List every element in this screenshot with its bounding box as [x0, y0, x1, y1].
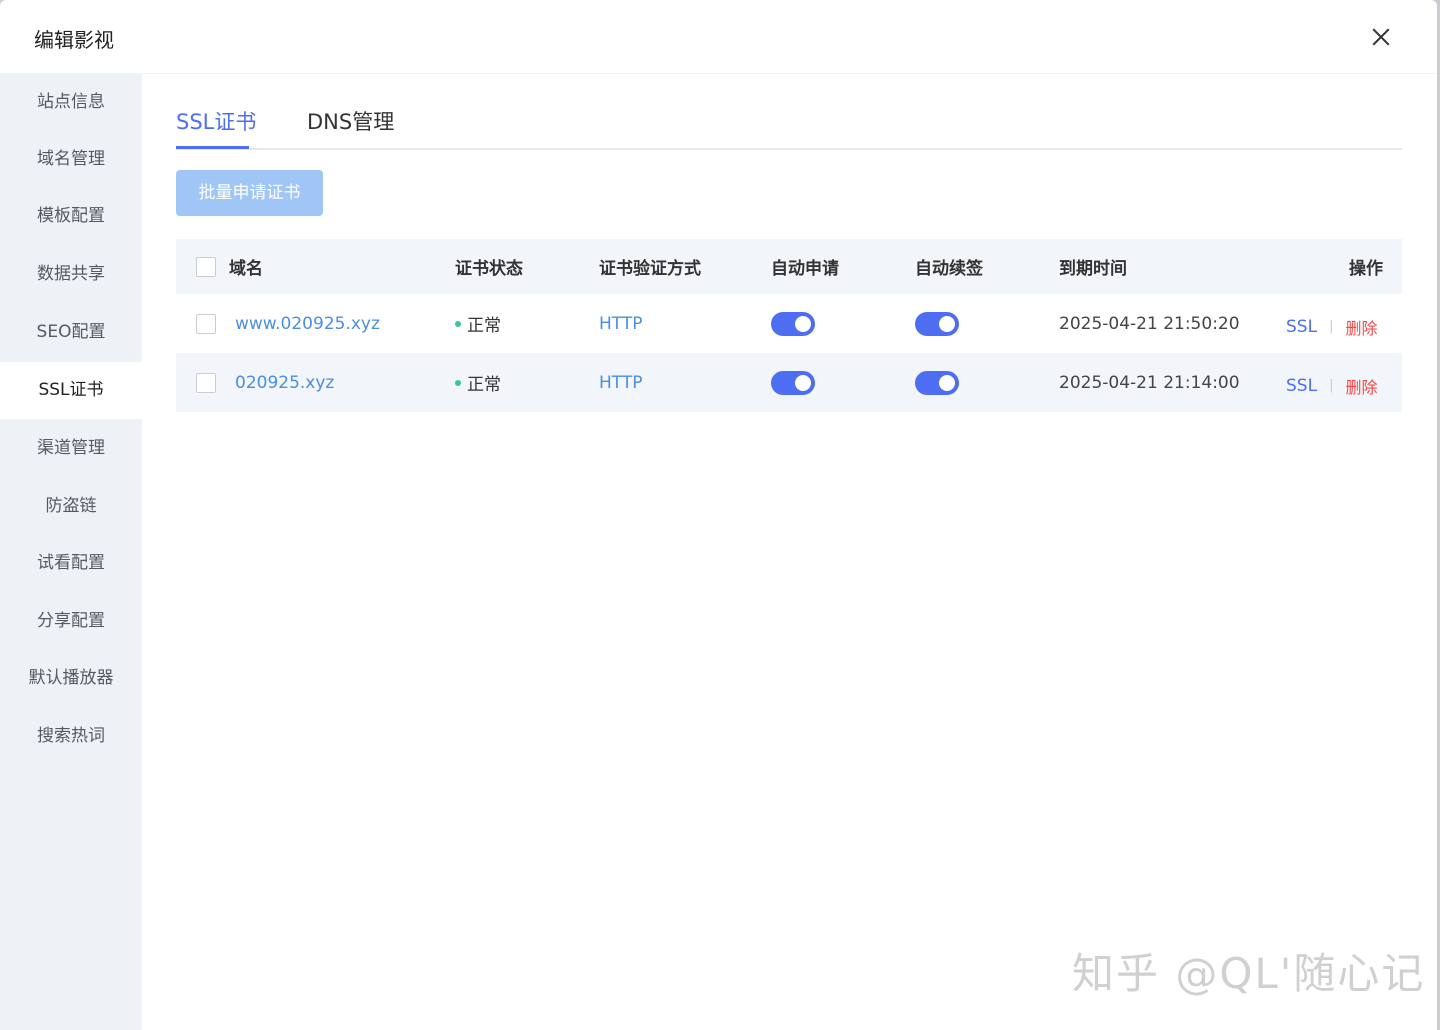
auto-apply-toggle[interactable] — [771, 370, 815, 395]
sidebar-item-site-info[interactable]: 站点信息 — [0, 74, 142, 131]
sidebar: 站点信息 域名管理 模板配置 数据共享 SEO配置 SSL证书 渠道管理 防盗链… — [0, 74, 142, 1030]
header-expiry: 到期时间 — [1059, 259, 1127, 279]
table-row: www.020925.xyz 正常 HTTP 2025-04-21 21:50:… — [176, 294, 1402, 353]
close-icon[interactable] — [1370, 26, 1392, 48]
header-auto-renew: 自动续签 — [915, 259, 983, 279]
auto-renew-toggle[interactable] — [915, 311, 959, 336]
tab-bar: SSL证书 DNS管理 — [176, 74, 1402, 150]
dialog-header: 编辑影视 — [0, 0, 1437, 74]
status-dot-icon — [455, 320, 461, 327]
batch-apply-button[interactable]: 批量申请证书 — [176, 170, 323, 216]
verify-method: HTTP — [599, 313, 643, 334]
expiry-time: 2025-04-21 21:50:20 — [1059, 313, 1240, 334]
sidebar-item-trial[interactable]: 试看配置 — [0, 535, 142, 592]
edit-dialog: 编辑影视 站点信息 域名管理 模板配置 数据共享 SEO配置 SSL证书 渠道管… — [0, 0, 1437, 1030]
expiry-time: 2025-04-21 21:14:00 — [1059, 372, 1240, 393]
header-method: 证书验证方式 — [599, 259, 701, 279]
domain-link[interactable]: www.020925.xyz — [235, 294, 380, 353]
domain-link[interactable]: 020925.xyz — [235, 353, 334, 412]
select-all-checkbox[interactable] — [196, 256, 216, 277]
sidebar-item-domain[interactable]: 域名管理 — [0, 131, 142, 188]
toggle-knob — [795, 315, 811, 332]
auto-apply-toggle[interactable] — [771, 311, 815, 336]
ssl-action-link[interactable]: SSL — [1286, 376, 1317, 396]
sidebar-item-ssl[interactable]: SSL证书 — [0, 362, 142, 419]
sidebar-item-hot-words[interactable]: 搜索热词 — [0, 708, 142, 765]
action-separator: | — [1329, 378, 1334, 393]
status-dot-icon — [455, 379, 461, 386]
sidebar-item-data-share[interactable]: 数据共享 — [0, 246, 142, 303]
row-checkbox[interactable] — [196, 372, 216, 393]
header-status: 证书状态 — [455, 259, 523, 279]
cert-status: 正常 — [467, 375, 501, 395]
sidebar-item-share[interactable]: 分享配置 — [0, 593, 142, 650]
table-row: 020925.xyz 正常 HTTP 2025-04-21 21:14:00 S… — [176, 353, 1402, 412]
ssl-action-link[interactable]: SSL — [1286, 317, 1317, 337]
table-header: 域名 证书状态 证书验证方式 自动申请 自动续签 到期时间 操作 — [176, 239, 1402, 294]
toggle-knob — [939, 374, 955, 391]
ssl-table: 域名 证书状态 证书验证方式 自动申请 自动续签 到期时间 操作 www.020… — [176, 239, 1402, 412]
tab-ssl[interactable]: SSL证书 — [176, 106, 256, 136]
header-actions: 操作 — [1349, 259, 1383, 279]
delete-action-link[interactable]: 删除 — [1345, 374, 1377, 398]
sidebar-item-template[interactable]: 模板配置 — [0, 188, 142, 245]
tab-dns[interactable]: DNS管理 — [307, 106, 394, 136]
active-tab-indicator — [176, 146, 249, 149]
toggle-knob — [939, 315, 955, 332]
verify-method: HTTP — [599, 372, 643, 393]
sidebar-item-channel[interactable]: 渠道管理 — [0, 420, 142, 477]
sidebar-item-seo[interactable]: SEO配置 — [0, 304, 142, 361]
header-domain: 域名 — [229, 259, 263, 279]
sidebar-item-hotlink[interactable]: 防盗链 — [0, 478, 142, 535]
watermark: 知乎 @QL'随心记 — [1072, 949, 1426, 998]
delete-action-link[interactable]: 删除 — [1345, 315, 1377, 339]
row-checkbox[interactable] — [196, 313, 216, 334]
action-separator: | — [1329, 319, 1334, 334]
auto-renew-toggle[interactable] — [915, 370, 959, 395]
cert-status: 正常 — [467, 316, 501, 336]
header-auto-apply: 自动申请 — [771, 259, 839, 279]
toggle-knob — [795, 374, 811, 391]
main-content: SSL证书 DNS管理 批量申请证书 域名 证书状态 证书验证方式 自动申请 自… — [142, 74, 1437, 1030]
sidebar-item-player[interactable]: 默认播放器 — [0, 650, 142, 707]
dialog-title: 编辑影视 — [34, 28, 114, 52]
